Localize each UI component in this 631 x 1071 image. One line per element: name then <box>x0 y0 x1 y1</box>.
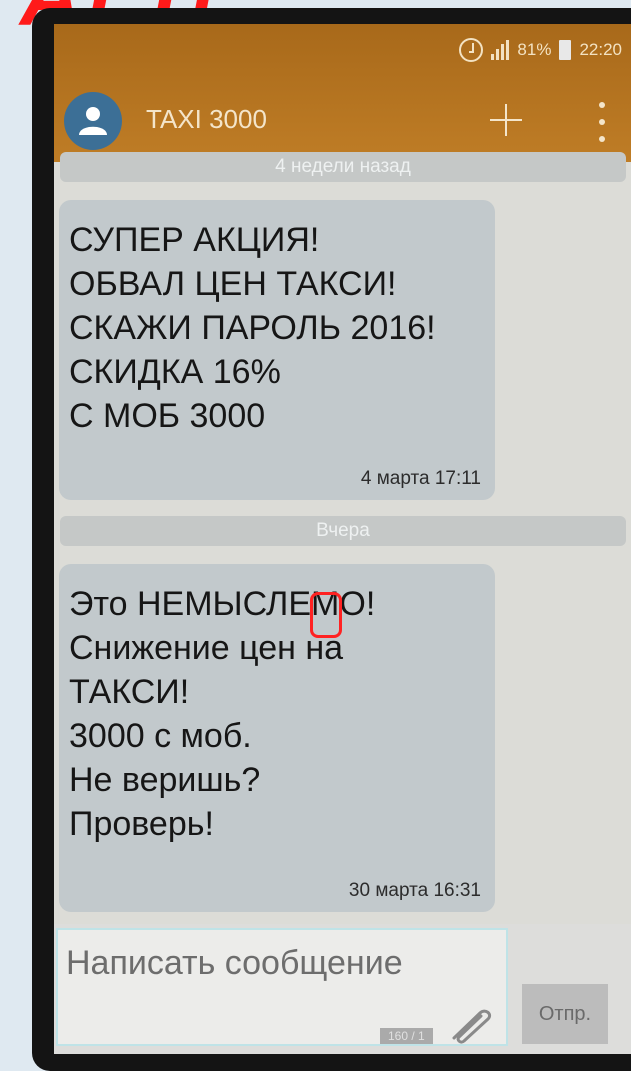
message-placeholder: Написать сообщение <box>66 944 403 982</box>
signal-icon <box>491 40 510 60</box>
message-bubble[interactable]: Это НЕМЫСЛЕМО! Снижение цен на ТАКСИ! 30… <box>59 564 495 912</box>
clock: 22:20 <box>579 40 622 59</box>
status-bar: 81% 22:20 <box>459 36 622 64</box>
conversation-title[interactable]: TAXI 3000 <box>146 104 267 135</box>
contact-avatar-icon[interactable] <box>64 92 122 150</box>
message-text: Это НЕМЫСЛЕМО! Снижение цен на ТАКСИ! 30… <box>69 585 376 843</box>
message-time: 4 марта 17:11 <box>360 468 481 489</box>
composer-bar: Написать сообщение 160 / 1 Отпр. <box>54 924 631 1054</box>
battery-icon <box>559 40 572 60</box>
battery-percent: 81% <box>517 40 552 59</box>
message-text: СУПЕР АКЦИЯ! ОБВАЛ ЦЕН ТАКСИ! СКАЖИ ПАРО… <box>69 221 436 435</box>
date-divider: Вчера <box>60 516 626 546</box>
alarm-icon <box>459 38 484 62</box>
message-input[interactable]: Написать сообщение 160 / 1 <box>56 928 508 1046</box>
message-bubble[interactable]: СУПЕР АКЦИЯ! ОБВАЛ ЦЕН ТАКСИ! СКАЖИ ПАРО… <box>59 200 495 500</box>
character-counter: 160 / 1 <box>380 1028 433 1044</box>
screen: 81% 22:20 TAXI 3000 4 недели назад СУПЕР… <box>54 24 631 1054</box>
paperclip-icon[interactable] <box>448 1008 496 1044</box>
app-bar: 81% 22:20 TAXI 3000 <box>54 24 631 162</box>
send-button[interactable]: Отпр. <box>522 984 608 1044</box>
overflow-menu-icon[interactable] <box>596 102 608 142</box>
phone-frame: 81% 22:20 TAXI 3000 4 недели назад СУПЕР… <box>32 8 631 1071</box>
date-divider: 4 недели назад <box>60 152 626 182</box>
highlight-mark <box>310 592 342 638</box>
plus-icon[interactable] <box>486 100 526 140</box>
message-time: 30 марта 16:31 <box>348 880 481 901</box>
